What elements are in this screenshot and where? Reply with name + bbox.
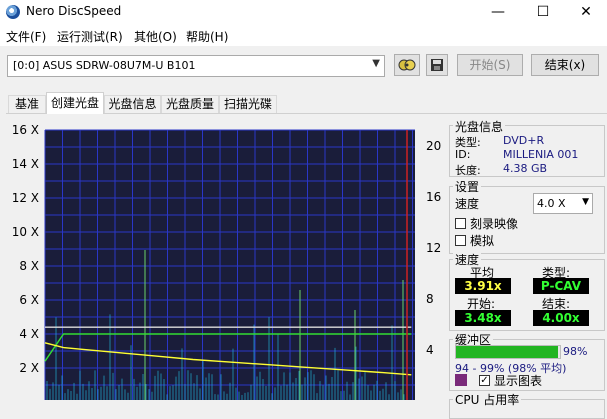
save-button[interactable]: [426, 54, 448, 76]
window-title: Nero DiscSpeed: [26, 4, 122, 18]
tab-disc-quality[interactable]: 光盘质量: [161, 95, 219, 113]
menu-run-test[interactable]: 运行测试(R): [57, 28, 123, 45]
buffer-percent: 98%: [563, 345, 588, 358]
maximize-button[interactable]: ☐: [520, 0, 566, 24]
y-right-tick-label: 16: [426, 190, 441, 204]
tab-disc-info[interactable]: 光盘信息: [104, 95, 161, 113]
y-left-tick-label: 4 X: [19, 327, 39, 341]
show-chart-checkbox[interactable]: ✓: [479, 375, 490, 386]
speed-setting-label: 速度: [455, 197, 480, 211]
start-button[interactable]: 开始(S): [457, 54, 523, 76]
disc-info-title: 光盘信息: [453, 118, 506, 135]
nero-disc-icon: [6, 5, 20, 19]
simulate-image-label: 刻录映像: [470, 217, 519, 231]
show-chart-label: 显示图表: [494, 374, 543, 388]
menu-other[interactable]: 其他(O): [134, 28, 177, 45]
disc-length-label: 长度:: [455, 164, 481, 177]
minimize-button[interactable]: —: [475, 0, 521, 24]
disc-id-value: MILLENIA 001: [503, 148, 579, 161]
end-button-label: 结束(x): [544, 58, 586, 72]
close-button[interactable]: ✕: [563, 0, 607, 24]
y-left-tick-label: 6 X: [19, 293, 39, 307]
eject-drive-button[interactable]: [394, 54, 420, 76]
tab-benchmark[interactable]: 基准: [8, 95, 46, 113]
y-right-tick-label: 4: [426, 343, 434, 357]
end-button[interactable]: 结束(x): [531, 54, 599, 76]
end-speed-value: 4.00x: [533, 310, 589, 326]
simulate-checkbox[interactable]: [455, 235, 466, 246]
drive-icon: [398, 59, 416, 71]
settings-title: 设置: [453, 178, 482, 195]
left-axis-ticks: 16 X 14 X 12 X 10 X 8 X 6 X 4 X 2 X: [12, 123, 39, 375]
start-button-label: 开始(S): [469, 58, 511, 72]
disc-id-label: ID:: [455, 148, 471, 161]
disc-length-value: 4.38 GB: [503, 162, 548, 175]
y-left-tick-label: 14 X: [12, 157, 39, 171]
y-left-tick-label: 12 X: [12, 191, 39, 205]
y-right-tick-label: 8: [426, 292, 434, 306]
buffer-progress-bar: [455, 345, 561, 359]
y-left-tick-label: 10 X: [12, 225, 39, 239]
y-left-tick-label: 8 X: [19, 259, 39, 273]
disc-type-value: DVD+R: [503, 134, 545, 147]
burn-speed-chart: 16 X 14 X 12 X 10 X 8 X 6 X 4 X 2 X 20 16 12 8 4: [12, 123, 441, 400]
menu-file[interactable]: 文件(F): [6, 28, 46, 45]
buffer-color-swatch[interactable]: [455, 374, 467, 386]
y-left-tick-label: 16 X: [12, 123, 39, 137]
buffer-progress-fill: [456, 346, 558, 358]
tab-scan-disc[interactable]: 扫描光碟: [219, 95, 277, 113]
right-axis-ticks: 20 16 12 8 4: [426, 139, 441, 357]
y-right-tick-label: 20: [426, 139, 441, 153]
y-right-tick-label: 12: [426, 241, 441, 255]
menu-help[interactable]: 帮助(H): [186, 28, 228, 45]
checkmark-icon: ✓: [480, 375, 489, 386]
write-speed-select[interactable]: 4.0 X ▼: [533, 193, 593, 214]
drive-select[interactable]: [0:0] ASUS SDRW-08U7M-U B101 ▼: [7, 55, 385, 77]
simulate-label: 模拟: [470, 234, 495, 248]
start-speed-value: 3.48x: [455, 310, 511, 326]
floppy-disk-icon: [431, 59, 443, 71]
speed-type-value: P-CAV: [533, 278, 589, 294]
write-speed-value: 4.0 X: [537, 197, 566, 210]
chevron-down-icon: ▼: [582, 197, 589, 207]
tab-create-disc[interactable]: 创建光盘: [46, 92, 104, 114]
simulate-image-checkbox[interactable]: [455, 218, 466, 229]
y-left-tick-label: 2 X: [19, 361, 39, 375]
average-speed-value: 3.91x: [455, 278, 511, 294]
chevron-down-icon: ▼: [372, 58, 380, 69]
drive-select-value: [0:0] ASUS SDRW-08U7M-U B101: [13, 59, 196, 72]
